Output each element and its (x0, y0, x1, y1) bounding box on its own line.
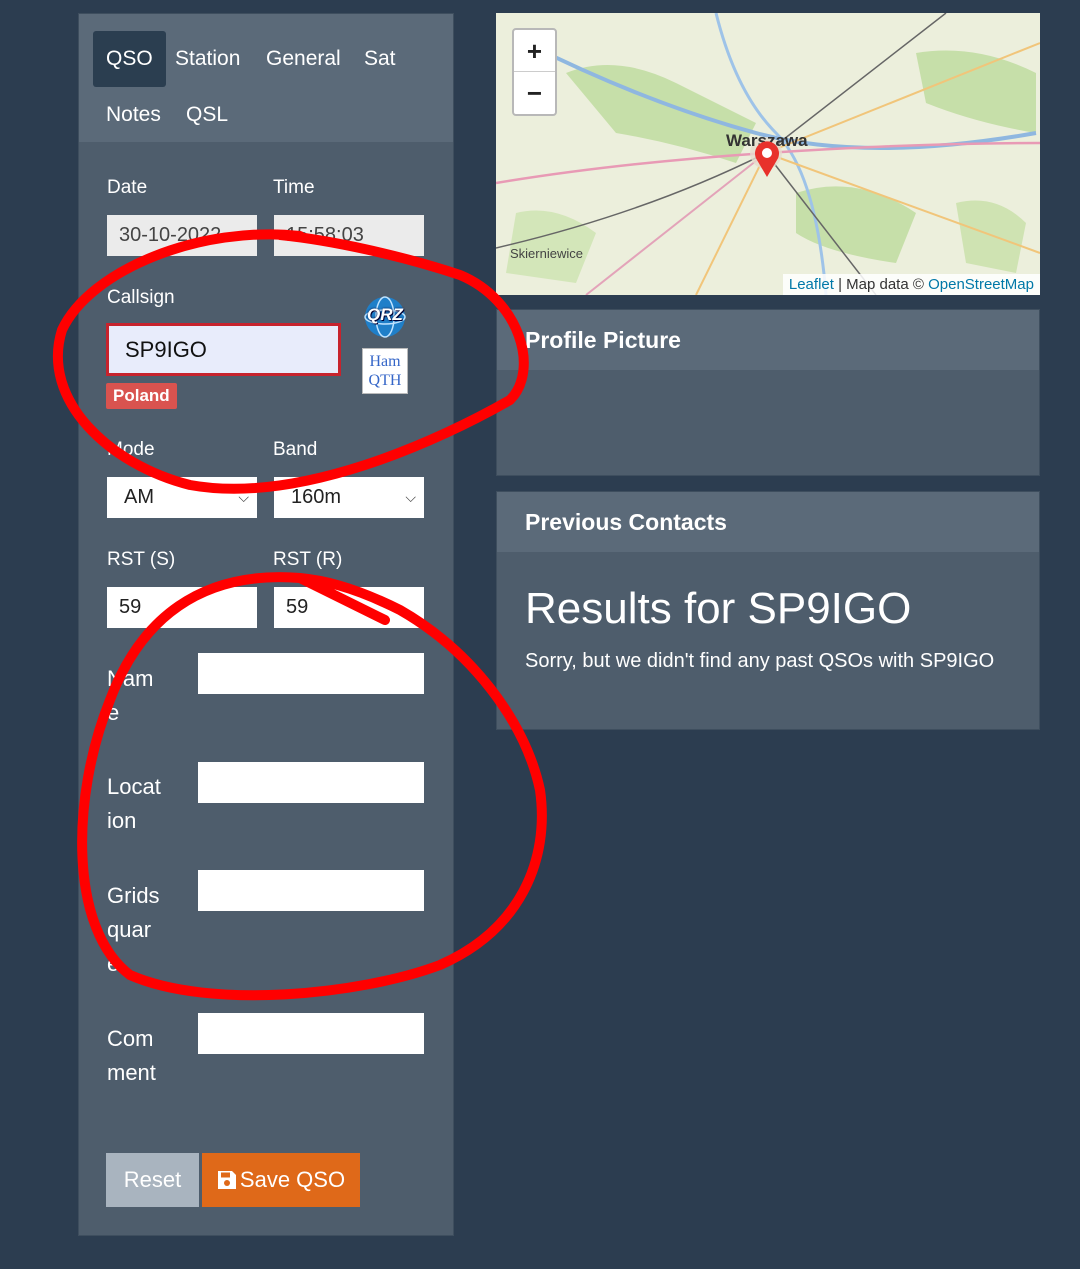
callsign-label: Callsign (107, 287, 175, 308)
gridsquare-label: Gridsquare (107, 883, 160, 976)
zoom-out-button[interactable]: − (514, 72, 555, 114)
rst-received-input[interactable]: 59 (274, 587, 424, 628)
save-qso-label: Save QSO (239, 1167, 346, 1192)
profile-picture-header: Profile Picture (497, 310, 1039, 370)
time-field[interactable]: 15:58:03 (274, 215, 424, 256)
reset-button[interactable]: Reset (106, 1153, 199, 1207)
previous-contacts-header: Previous Contacts (497, 492, 1039, 552)
location-input[interactable] (198, 762, 424, 803)
results-message: Sorry, but we didn't find any past QSOs … (525, 650, 995, 672)
comment-label: Comment (107, 1026, 156, 1085)
qso-tabs: QSO Station General Sat Notes QSL (79, 14, 453, 142)
location-map[interactable]: Warszawa Skierniewice Leaflet | Map data… (496, 13, 1040, 295)
name-label: Name (107, 666, 154, 725)
previous-contacts-card: Previous Contacts Results for SP9IGO Sor… (496, 491, 1040, 730)
rst-received-label: RST (R) (273, 549, 343, 570)
save-qso-button[interactable]: Save QSO (202, 1153, 360, 1207)
location-label: Location (107, 774, 161, 833)
mode-value: AM (124, 486, 154, 508)
tab-station[interactable]: Station (162, 31, 253, 87)
zoom-in-button[interactable]: + (514, 30, 555, 72)
tab-general[interactable]: General (253, 31, 354, 87)
tab-sat[interactable]: Sat (351, 31, 409, 87)
map-marker-icon[interactable] (754, 140, 780, 178)
map-attribution: Leaflet | Map data © OpenStreetMap (782, 274, 1040, 295)
comment-input[interactable] (198, 1013, 424, 1054)
map-town-label: Skierniewice (510, 246, 583, 261)
band-value: 160m (291, 486, 342, 508)
mode-select[interactable]: AM ⌵ (107, 477, 257, 518)
openstreetmap-link[interactable]: OpenStreetMap (928, 276, 1034, 293)
tab-notes[interactable]: Notes (93, 87, 174, 143)
country-badge: Poland (106, 383, 177, 409)
leaflet-link[interactable]: Leaflet (789, 276, 834, 293)
map-attribution-text: | Map data © (833, 276, 929, 293)
gridsquare-input[interactable] (198, 870, 424, 911)
hamqth-lookup-icon[interactable]: Ham QTH (362, 348, 408, 394)
tab-qsl[interactable]: QSL (173, 87, 241, 143)
callsign-input[interactable]: SP9IGO (106, 323, 341, 376)
profile-picture-card: Profile Picture (496, 309, 1040, 476)
rst-sent-input[interactable]: 59 (107, 587, 257, 628)
mode-label: Mode (107, 439, 155, 460)
name-input[interactable] (198, 653, 424, 694)
time-label: Time (273, 177, 315, 198)
date-label: Date (107, 177, 148, 198)
chevron-down-icon: ⌵ (238, 489, 249, 505)
chevron-down-icon: ⌵ (405, 489, 416, 505)
band-label: Band (273, 439, 318, 460)
map-zoom-control: + − (512, 28, 557, 116)
date-field[interactable]: 30-10-2022 (107, 215, 257, 256)
qrz-icon-text: QRZ (367, 305, 403, 324)
qrz-lookup-icon[interactable]: QRZ (362, 296, 408, 338)
rst-sent-label: RST (S) (107, 549, 176, 570)
hamqth-icon-text: Ham QTH (368, 353, 402, 389)
tab-qso[interactable]: QSO (93, 31, 166, 87)
floppy-disk-icon (217, 1171, 236, 1189)
results-title: Results for SP9IGO (525, 584, 912, 633)
band-select[interactable]: 160m ⌵ (274, 477, 424, 518)
